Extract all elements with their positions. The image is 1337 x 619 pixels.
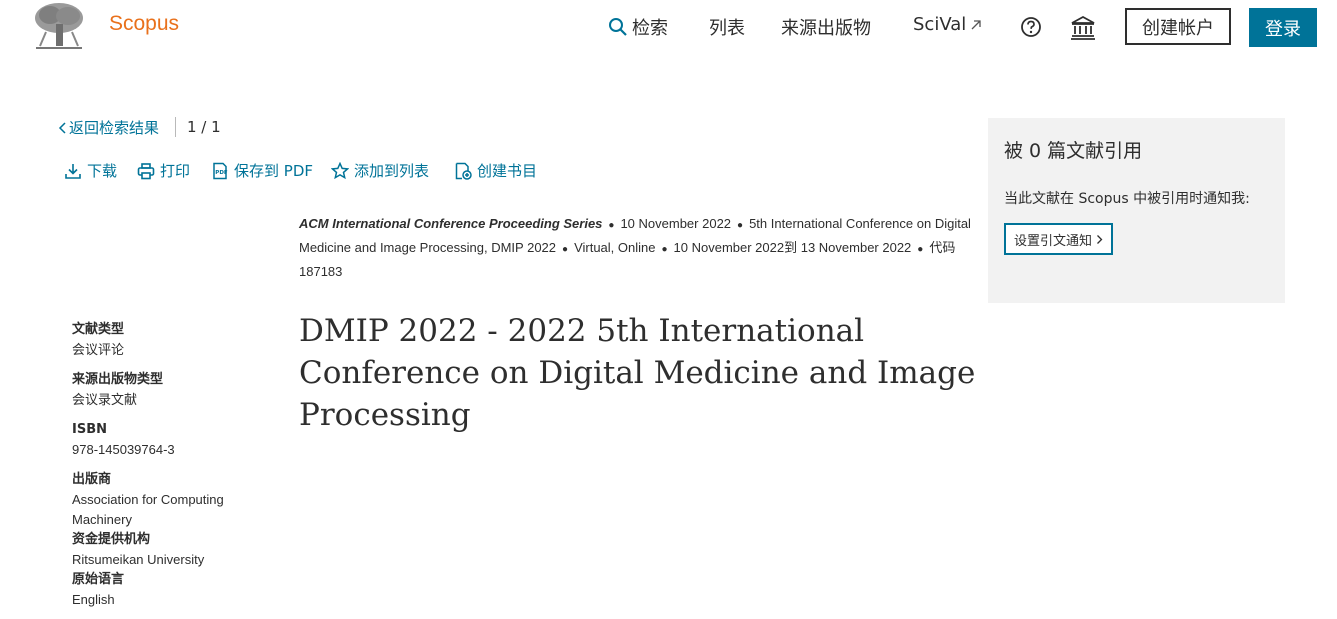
print-label: 打印 <box>160 162 191 180</box>
cited-by-panel: 被 0 篇文献引用 当此文献在 Scopus 中被引用时通知我: 设置引文通知 <box>988 118 1285 303</box>
nav-list[interactable]: 列表 <box>709 14 745 40</box>
nav-list-label: 列表 <box>709 18 745 39</box>
scopus-logo[interactable]: Scopus <box>109 12 179 36</box>
cited-by-heading: 被 0 篇文献引用 <box>1004 140 1143 162</box>
pdf-file-icon: PDF <box>213 162 228 179</box>
chevron-right-icon <box>1097 234 1103 244</box>
detail-label-source-type: 来源出版物类型 <box>72 372 164 387</box>
add-to-list-button[interactable]: 添加到列表 <box>331 160 429 181</box>
conference-dates: 10 November 2022到 13 November 2022 <box>673 240 912 255</box>
back-to-results-link[interactable]: 返回检索结果 <box>58 117 159 138</box>
download-button[interactable]: 下载 <box>64 160 117 181</box>
detail-value-language: English <box>72 592 115 607</box>
nav-search-label: 检索 <box>632 18 668 39</box>
pager-divider <box>175 117 176 137</box>
detail-label-isbn: ISBN <box>72 422 107 437</box>
nav-scival[interactable]: SciVal <box>913 14 982 35</box>
download-icon <box>65 163 81 179</box>
download-label: 下载 <box>87 162 118 180</box>
external-link-icon <box>971 19 981 29</box>
nav-search[interactable]: 检索 <box>608 14 668 40</box>
detail-value-source-type: 会议录文献 <box>72 392 138 407</box>
detail-label-doc-type: 文献类型 <box>72 322 125 337</box>
detail-label-publisher: 出版商 <box>72 472 112 487</box>
detail-value-publisher: Association for Computing Machinery <box>72 492 224 527</box>
elsevier-tree-logo-icon <box>32 2 86 52</box>
result-pager: 1 / 1 <box>187 118 221 136</box>
publication-date: 10 November 2022 <box>620 216 732 231</box>
print-icon <box>137 162 155 179</box>
login-button[interactable]: 登录 <box>1249 8 1317 47</box>
set-citation-alert-button[interactable]: 设置引文通知 <box>1004 223 1114 255</box>
create-account-button[interactable]: 创建帐户 <box>1125 8 1231 45</box>
citation-alert-text: 当此文献在 Scopus 中被引用时通知我: <box>1004 191 1250 207</box>
nav-sources-label: 来源出版物 <box>781 18 871 39</box>
detail-value-doc-type: 会议评论 <box>72 342 125 357</box>
detail-value-funding: Ritsumeikan University <box>72 552 205 567</box>
svg-text:PDF: PDF <box>215 170 228 176</box>
create-bibliography-label: 创建书目 <box>477 162 538 180</box>
source-meta: ACM International Conference Proceeding … <box>299 216 971 279</box>
create-bibliography-button[interactable]: 创建书目 <box>454 160 537 181</box>
save-pdf-label: 保存到 PDF <box>234 162 313 180</box>
conference-location: Virtual, Online <box>574 240 656 255</box>
star-icon <box>331 161 349 179</box>
bibliography-icon <box>455 162 472 180</box>
institution-icon[interactable] <box>1070 14 1096 40</box>
set-citation-alert-label: 设置引文通知 <box>1014 233 1093 249</box>
detail-label-language: 原始语言 <box>72 572 125 587</box>
back-to-results-label: 返回检索结果 <box>69 119 160 137</box>
series-link[interactable]: ACM International Conference Proceeding … <box>299 216 602 231</box>
search-icon <box>609 18 627 36</box>
add-to-list-label: 添加到列表 <box>354 162 430 180</box>
print-button[interactable]: 打印 <box>137 160 190 181</box>
nav-scival-label: SciVal <box>913 14 967 35</box>
nav-sources[interactable]: 来源出版物 <box>781 14 871 40</box>
chevron-left-icon <box>58 121 66 134</box>
detail-value-isbn: 978-145039764-3 <box>72 442 175 457</box>
detail-label-funding: 资金提供机构 <box>72 532 151 547</box>
document-details: 文献类型 会议评论 来源出版物类型 会议录文献 ISBN 978-1450397… <box>72 320 262 610</box>
document-title: DMIP 2022 - 2022 5th International Confe… <box>299 313 976 433</box>
save-pdf-button[interactable]: PDF 保存到 PDF <box>211 160 313 181</box>
help-icon[interactable] <box>1020 16 1042 38</box>
